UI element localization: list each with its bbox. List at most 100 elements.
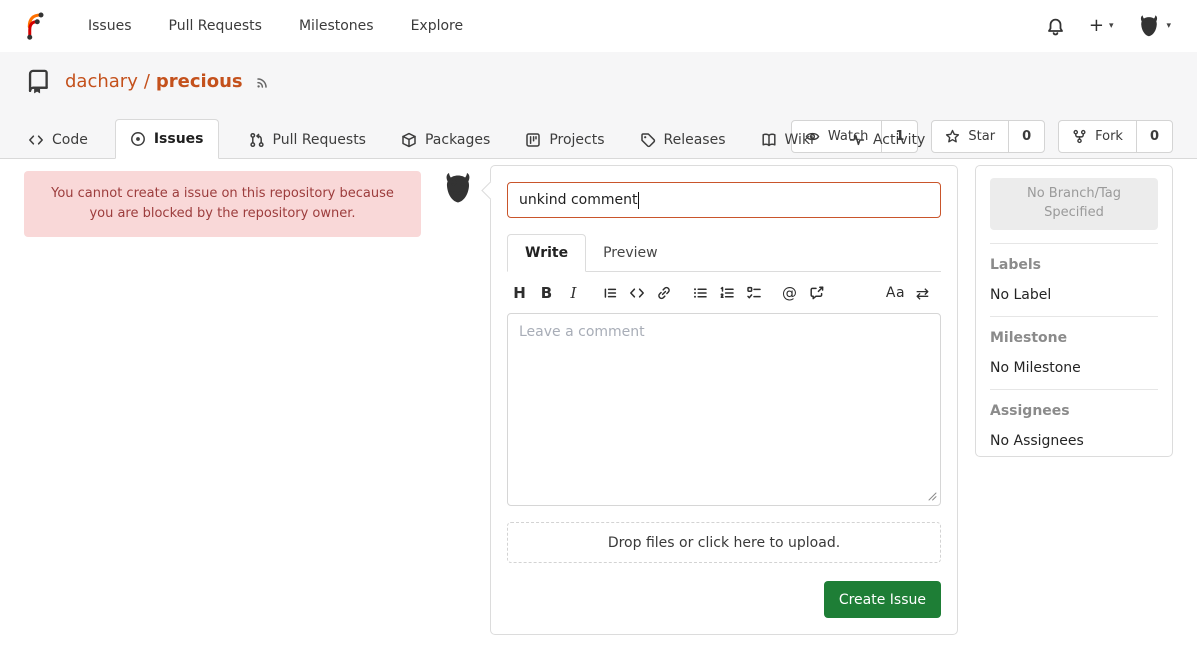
- toolbar-right: Aa ⇄: [885, 283, 939, 303]
- tab-pull-requests[interactable]: Pull Requests: [241, 121, 374, 159]
- avatar: [1137, 14, 1161, 38]
- divider: [990, 316, 1158, 317]
- comment-textarea[interactable]: [507, 313, 941, 506]
- link-icon[interactable]: [653, 283, 674, 303]
- italic-icon[interactable]: I: [563, 283, 584, 303]
- package-icon: [401, 132, 417, 148]
- star-label: Star: [968, 129, 995, 144]
- repo-tab-bar: Code Issues Pull Requests Packages Proje…: [20, 119, 952, 159]
- new-issue-form: unkind comment Write Preview H B I @ Aa …: [490, 165, 958, 635]
- rss-icon[interactable]: [255, 74, 271, 90]
- tab-releases-label: Releases: [664, 132, 726, 148]
- notifications-bell-icon[interactable]: [1046, 17, 1065, 36]
- easymde-switch-icon[interactable]: ⇄: [912, 283, 933, 303]
- assignees-value: No Assignees: [990, 433, 1158, 449]
- heading-icon[interactable]: H: [509, 283, 530, 303]
- tab-wiki[interactable]: Wiki: [753, 121, 822, 159]
- nav-links: Issues Pull Requests Milestones Explore: [88, 18, 463, 34]
- tab-code-label: Code: [52, 132, 88, 148]
- tab-wiki-label: Wiki: [785, 132, 814, 148]
- tab-projects[interactable]: Projects: [517, 121, 612, 159]
- bold-icon[interactable]: B: [536, 283, 557, 303]
- chevron-down-icon: ▾: [1166, 21, 1171, 31]
- labels-section-title[interactable]: Labels: [990, 257, 1158, 273]
- poster-avatar: [441, 171, 475, 205]
- navbar-right: + ▾ ▾: [1046, 14, 1179, 38]
- form-footer: Create Issue: [507, 581, 941, 618]
- branch-tag-button: No Branch/Tag Specified: [990, 178, 1158, 230]
- error-line-1: You cannot create a issue on this reposi…: [46, 184, 399, 204]
- issue-circle-dot-icon: [130, 131, 146, 147]
- task-list-icon[interactable]: [743, 283, 764, 303]
- file-dropzone[interactable]: Drop files or click here to upload.: [507, 522, 941, 563]
- branch-button-line2: Specified: [994, 204, 1154, 223]
- user-avatar-menu[interactable]: ▾: [1137, 14, 1171, 38]
- repo-separator: /: [144, 71, 150, 92]
- comment-area: [507, 313, 941, 506]
- tab-activity[interactable]: Activity: [841, 121, 933, 159]
- repo-breadcrumb: dachary / precious: [65, 71, 243, 92]
- text-cursor: [638, 192, 639, 209]
- tab-activity-label: Activity: [873, 132, 925, 148]
- divider: [990, 389, 1158, 390]
- main-content: You cannot create a issue on this reposi…: [0, 159, 1197, 665]
- fork-count[interactable]: 0: [1136, 121, 1172, 152]
- divider: [990, 243, 1158, 244]
- tab-issues[interactable]: Issues: [115, 119, 219, 159]
- wiki-book-icon: [761, 132, 777, 148]
- tab-releases[interactable]: Releases: [632, 121, 734, 159]
- tab-code[interactable]: Code: [20, 121, 96, 159]
- milestone-value: No Milestone: [990, 360, 1158, 376]
- code-icon: [28, 132, 44, 148]
- quote-icon[interactable]: [599, 283, 620, 303]
- reference-icon[interactable]: [806, 283, 827, 303]
- issue-sidebar: No Branch/Tag Specified Labels No Label …: [975, 165, 1173, 457]
- create-new-menu[interactable]: + ▾: [1089, 17, 1114, 35]
- nav-link-explore[interactable]: Explore: [411, 18, 464, 34]
- labels-value: No Label: [990, 287, 1158, 303]
- milestone-section-title[interactable]: Milestone: [990, 330, 1158, 346]
- top-navbar: Issues Pull Requests Milestones Explore …: [0, 0, 1197, 52]
- editor-tab-bar: Write Preview: [507, 234, 941, 272]
- tag-icon: [640, 132, 656, 148]
- monospace-toggle-icon[interactable]: Aa: [885, 283, 906, 303]
- star-count[interactable]: 0: [1008, 121, 1044, 152]
- tab-packages[interactable]: Packages: [393, 121, 498, 159]
- repo-owner-link[interactable]: dachary: [65, 71, 138, 92]
- fork-icon: [1072, 129, 1087, 144]
- repo-book-icon: [26, 69, 51, 94]
- issue-title-value: unkind comment: [519, 192, 637, 208]
- repo-title: dachary / precious: [0, 52, 1197, 94]
- plus-icon: +: [1089, 17, 1104, 35]
- issue-title-input[interactable]: unkind comment: [507, 182, 941, 218]
- project-board-icon: [525, 132, 541, 148]
- tab-projects-label: Projects: [549, 132, 604, 148]
- error-line-2: you are blocked by the repository owner.: [46, 204, 399, 224]
- chevron-down-icon: ▾: [1109, 21, 1114, 31]
- nav-link-issues[interactable]: Issues: [88, 18, 132, 34]
- repo-header: dachary / precious Watch 1 Star 0 Fo: [0, 52, 1197, 159]
- tab-packages-label: Packages: [425, 132, 490, 148]
- tab-preview[interactable]: Preview: [586, 234, 675, 271]
- mention-icon[interactable]: @: [779, 283, 800, 303]
- ordered-list-icon[interactable]: [716, 283, 737, 303]
- nav-link-milestones[interactable]: Milestones: [299, 18, 374, 34]
- tab-issues-label: Issues: [154, 131, 204, 147]
- create-issue-button[interactable]: Create Issue: [824, 581, 941, 618]
- repo-name-link[interactable]: precious: [156, 71, 243, 92]
- branch-button-line1: No Branch/Tag: [994, 185, 1154, 204]
- blocked-error-message: You cannot create a issue on this reposi…: [24, 171, 421, 237]
- unordered-list-icon[interactable]: [689, 283, 710, 303]
- assignees-section-title[interactable]: Assignees: [990, 403, 1158, 419]
- nav-link-pull-requests[interactable]: Pull Requests: [169, 18, 262, 34]
- tab-pull-requests-label: Pull Requests: [273, 132, 366, 148]
- tab-write[interactable]: Write: [507, 234, 586, 272]
- pull-request-icon: [249, 132, 265, 148]
- markdown-toolbar: H B I @ Aa ⇄: [507, 272, 941, 313]
- code-icon[interactable]: [626, 283, 647, 303]
- forgejo-logo-icon[interactable]: [18, 11, 48, 41]
- fork-label: Fork: [1095, 129, 1123, 144]
- pulse-icon: [849, 132, 865, 148]
- dropzone-label: Drop files or click here to upload.: [608, 535, 840, 551]
- fork-button[interactable]: Fork 0: [1058, 120, 1173, 153]
